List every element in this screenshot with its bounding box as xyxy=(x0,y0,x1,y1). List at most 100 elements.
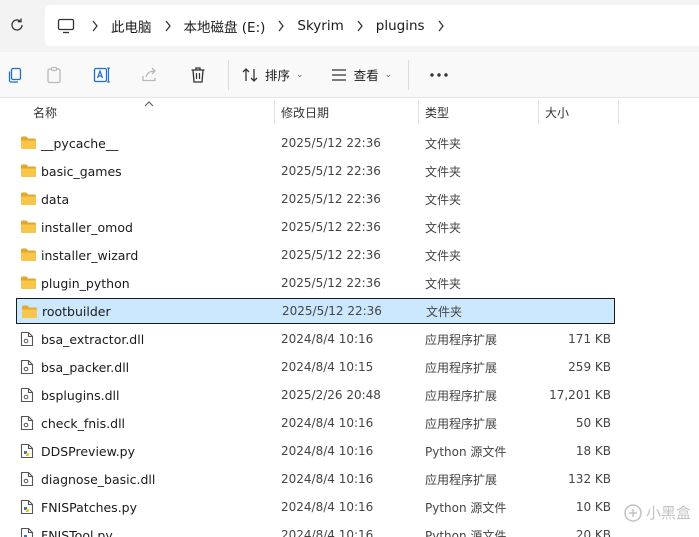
dll-file-icon xyxy=(20,331,37,347)
file-size: 18 KB xyxy=(575,444,611,458)
folder-icon xyxy=(20,191,37,206)
chevron-right-icon[interactable] xyxy=(154,5,182,46)
list-item-selected[interactable]: rootbuilder 2025/5/12 22:36 文件夹 xyxy=(16,298,615,324)
folder-icon xyxy=(20,275,37,290)
view-menu-button[interactable]: 查看 ⌄ xyxy=(324,57,399,93)
file-name: bsa_packer.dll xyxy=(41,359,130,375)
list-item[interactable]: check_fnis.dll 2024/8/4 10:16 应用程序扩展 50 … xyxy=(16,410,615,436)
file-type: Python 源文件 xyxy=(425,444,507,459)
file-date: 2024/8/4 10:16 xyxy=(281,416,374,430)
file-type: Python 源文件 xyxy=(425,500,507,515)
dll-file-icon xyxy=(20,471,37,487)
file-date: 2025/2/26 20:48 xyxy=(281,388,381,402)
file-date: 2024/8/4 10:16 xyxy=(281,472,374,486)
column-divider[interactable] xyxy=(418,100,419,124)
folder-icon xyxy=(20,247,37,262)
file-name: rootbuilder xyxy=(42,303,111,319)
view-label: 查看 xyxy=(353,68,379,83)
command-bar: 排序 ⌄ 查看 ⌄ xyxy=(0,52,699,98)
address-bar[interactable]: 此电脑 本地磁盘 (E:) Skyrim plugins xyxy=(45,5,699,46)
file-name: FNISTool.py xyxy=(41,527,113,537)
dll-file-icon xyxy=(20,359,37,375)
copy-button[interactable] xyxy=(0,55,30,95)
file-name: bsa_extractor.dll xyxy=(41,331,145,347)
breadcrumb-skyrim[interactable]: Skyrim xyxy=(295,18,345,34)
rename-icon xyxy=(93,66,110,83)
column-header-date[interactable]: 修改日期 xyxy=(281,98,329,126)
chevron-right-icon[interactable] xyxy=(267,5,295,46)
folder-icon xyxy=(20,135,37,150)
sort-ascending-icon xyxy=(144,95,154,110)
file-type: 应用程序扩展 xyxy=(425,416,498,431)
monitor-icon xyxy=(57,18,75,33)
column-header-name[interactable]: 名称 xyxy=(33,98,57,126)
file-date: 2025/5/12 22:36 xyxy=(281,164,381,178)
file-type: 文件夹 xyxy=(425,220,462,235)
list-item[interactable]: FNISPatches.py 2024/8/4 10:16 Python 源文件… xyxy=(16,494,615,520)
file-size: 10 KB xyxy=(575,500,611,514)
view-list-icon xyxy=(331,68,346,81)
file-type: 文件夹 xyxy=(425,136,462,151)
file-date: 2025/5/12 22:36 xyxy=(281,136,381,150)
sort-menu-button[interactable]: 排序 ⌄ xyxy=(235,57,310,93)
file-type: 文件夹 xyxy=(425,276,462,291)
list-item[interactable]: installer_wizard 2025/5/12 22:36 文件夹 xyxy=(16,242,615,268)
breadcrumb-drive-e[interactable]: 本地磁盘 (E:) xyxy=(182,16,268,36)
python-file-icon xyxy=(20,443,37,459)
list-item[interactable]: DDSPreview.py 2024/8/4 10:16 Python 源文件 … xyxy=(16,438,615,464)
file-type: 应用程序扩展 xyxy=(425,472,498,487)
file-type: 应用程序扩展 xyxy=(425,332,498,347)
list-item[interactable]: bsa_packer.dll 2024/8/4 10:15 应用程序扩展 259… xyxy=(16,354,615,380)
toolbar-separator xyxy=(228,59,229,90)
sort-icon xyxy=(242,67,258,82)
refresh-button[interactable] xyxy=(6,14,28,36)
watermark: 小黑盒 xyxy=(624,502,691,523)
file-name: FNISPatches.py xyxy=(41,499,138,515)
rename-button[interactable] xyxy=(78,55,126,95)
sort-label: 排序 xyxy=(265,68,291,83)
list-item[interactable]: data 2025/5/12 22:36 文件夹 xyxy=(16,186,615,212)
delete-button[interactable] xyxy=(174,55,222,95)
file-date: 2024/8/4 10:15 xyxy=(281,360,374,374)
watermark-text: 小黑盒 xyxy=(645,504,691,522)
file-date: 2024/8/4 10:16 xyxy=(281,500,374,514)
chevron-right-icon[interactable] xyxy=(346,5,374,46)
dll-file-icon xyxy=(20,415,37,431)
list-item[interactable]: plugin_python 2025/5/12 22:36 文件夹 xyxy=(16,270,615,296)
column-divider[interactable] xyxy=(274,100,275,124)
refresh-icon xyxy=(11,18,23,31)
chevron-right-icon[interactable] xyxy=(427,5,455,46)
list-item[interactable]: basic_games 2025/5/12 22:36 文件夹 xyxy=(16,158,615,184)
python-file-icon xyxy=(20,499,37,515)
file-size: 132 KB xyxy=(568,472,611,486)
column-divider[interactable] xyxy=(538,100,539,124)
file-size: 171 KB xyxy=(568,332,611,346)
list-item[interactable]: installer_omod 2025/5/12 22:36 文件夹 xyxy=(16,214,615,240)
file-type: Python 源文件 xyxy=(425,528,507,537)
file-name: data xyxy=(41,191,70,207)
share-button[interactable] xyxy=(126,55,174,95)
column-header-size[interactable]: 大小 xyxy=(545,98,569,126)
list-item[interactable]: bsa_extractor.dll 2024/8/4 10:16 应用程序扩展 … xyxy=(16,326,615,352)
column-divider[interactable] xyxy=(618,100,619,124)
this-pc-button[interactable] xyxy=(51,5,81,46)
paste-button[interactable] xyxy=(30,55,78,95)
breadcrumb-plugins[interactable]: plugins xyxy=(374,18,427,34)
list-item[interactable]: __pycache__ 2025/5/12 22:36 文件夹 xyxy=(16,130,615,156)
file-type: 应用程序扩展 xyxy=(425,360,498,375)
file-size: 259 KB xyxy=(568,360,611,374)
breadcrumb-this-pc[interactable]: 此电脑 xyxy=(109,16,154,36)
list-item[interactable]: FNISTool.py 2024/8/4 10:16 Python 源文件 20… xyxy=(16,522,615,537)
chevron-right-icon[interactable] xyxy=(81,5,109,46)
python-file-icon xyxy=(20,527,37,537)
share-icon xyxy=(142,67,156,81)
more-options-button[interactable] xyxy=(415,55,463,95)
chevron-down-icon: ⌄ xyxy=(296,69,304,80)
file-date: 2024/8/4 10:16 xyxy=(281,332,374,346)
column-headers: 名称 修改日期 类型 大小 xyxy=(0,98,699,126)
column-header-type[interactable]: 类型 xyxy=(425,98,449,126)
list-item[interactable]: diagnose_basic.dll 2024/8/4 10:16 应用程序扩展… xyxy=(16,466,615,492)
file-name: diagnose_basic.dll xyxy=(41,471,156,487)
list-item[interactable]: bsplugins.dll 2025/2/26 20:48 应用程序扩展 17,… xyxy=(16,382,615,408)
folder-icon xyxy=(20,219,37,234)
